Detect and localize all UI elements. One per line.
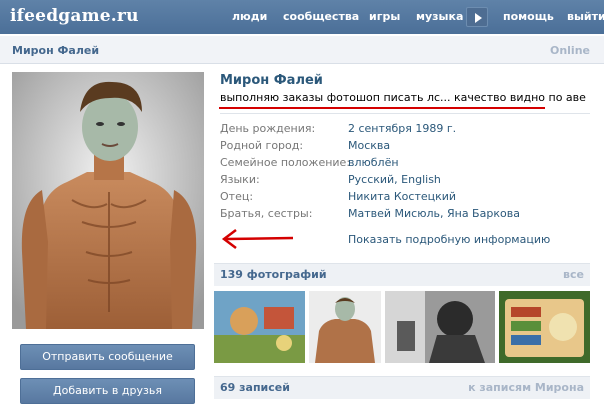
photos-count[interactable]: 139 фотографий <box>220 268 327 281</box>
label-father: Отец: <box>220 190 254 203</box>
send-message-button[interactable]: Отправить сообщение <box>20 344 195 370</box>
value-siblings[interactable]: Матвей Мисюль, Яна Баркова <box>348 207 520 220</box>
add-friend-button[interactable]: Добавить в друзья <box>20 378 195 404</box>
label-hometown: Родной город: <box>220 139 304 152</box>
nav-people[interactable]: люди <box>232 10 267 23</box>
photo-thumbnail[interactable] <box>309 291 381 363</box>
value-hometown[interactable]: Москва <box>348 139 390 152</box>
value-languages[interactable]: Русский, English <box>348 173 441 186</box>
label-siblings: Братья, сестры: <box>220 207 313 220</box>
nav-communities[interactable]: сообщества <box>283 10 359 23</box>
nav-logout[interactable]: выйти <box>567 10 604 23</box>
online-status: Online <box>549 44 590 57</box>
photos-section-header: 139 фотографий все <box>214 263 590 286</box>
profile-name: Мирон Фалей <box>220 73 323 88</box>
photos-all-link[interactable]: все <box>563 268 584 281</box>
annotation-underline <box>219 107 545 109</box>
profile-avatar[interactable] <box>12 72 204 329</box>
value-father[interactable]: Никита Костецкий <box>348 190 456 203</box>
header-user-name: Мирон Фалей <box>12 44 100 57</box>
photo-thumbnail[interactable] <box>214 291 305 363</box>
label-birthday: День рождения: <box>220 122 316 135</box>
divider <box>220 113 590 114</box>
nav-help[interactable]: помощь <box>503 10 554 23</box>
nav-games[interactable]: игры <box>369 10 400 23</box>
value-relationship[interactable]: влюблён <box>348 156 399 169</box>
annotation-arrow-icon <box>221 229 294 249</box>
posts-section-header: 69 записей к записям Мирона <box>214 376 590 399</box>
site-logo[interactable]: ifeedgame.ru <box>10 6 139 26</box>
posts-link[interactable]: к записям Мирона <box>468 381 584 394</box>
play-icon[interactable] <box>466 7 488 27</box>
photo-thumbnail[interactable] <box>385 291 495 363</box>
label-relationship: Семейное положение: <box>220 156 351 169</box>
value-birthday[interactable]: 2 сентября 1989 г. <box>348 122 456 135</box>
show-more-info-link[interactable]: Показать подробную информацию <box>348 233 550 246</box>
photo-thumbnail[interactable] <box>499 291 590 363</box>
profile-status[interactable]: выполняю заказы фотошоп писать лс... кач… <box>220 91 586 104</box>
nav-music[interactable]: музыка <box>416 10 463 23</box>
label-languages: Языки: <box>220 173 260 186</box>
posts-count[interactable]: 69 записей <box>220 381 290 394</box>
